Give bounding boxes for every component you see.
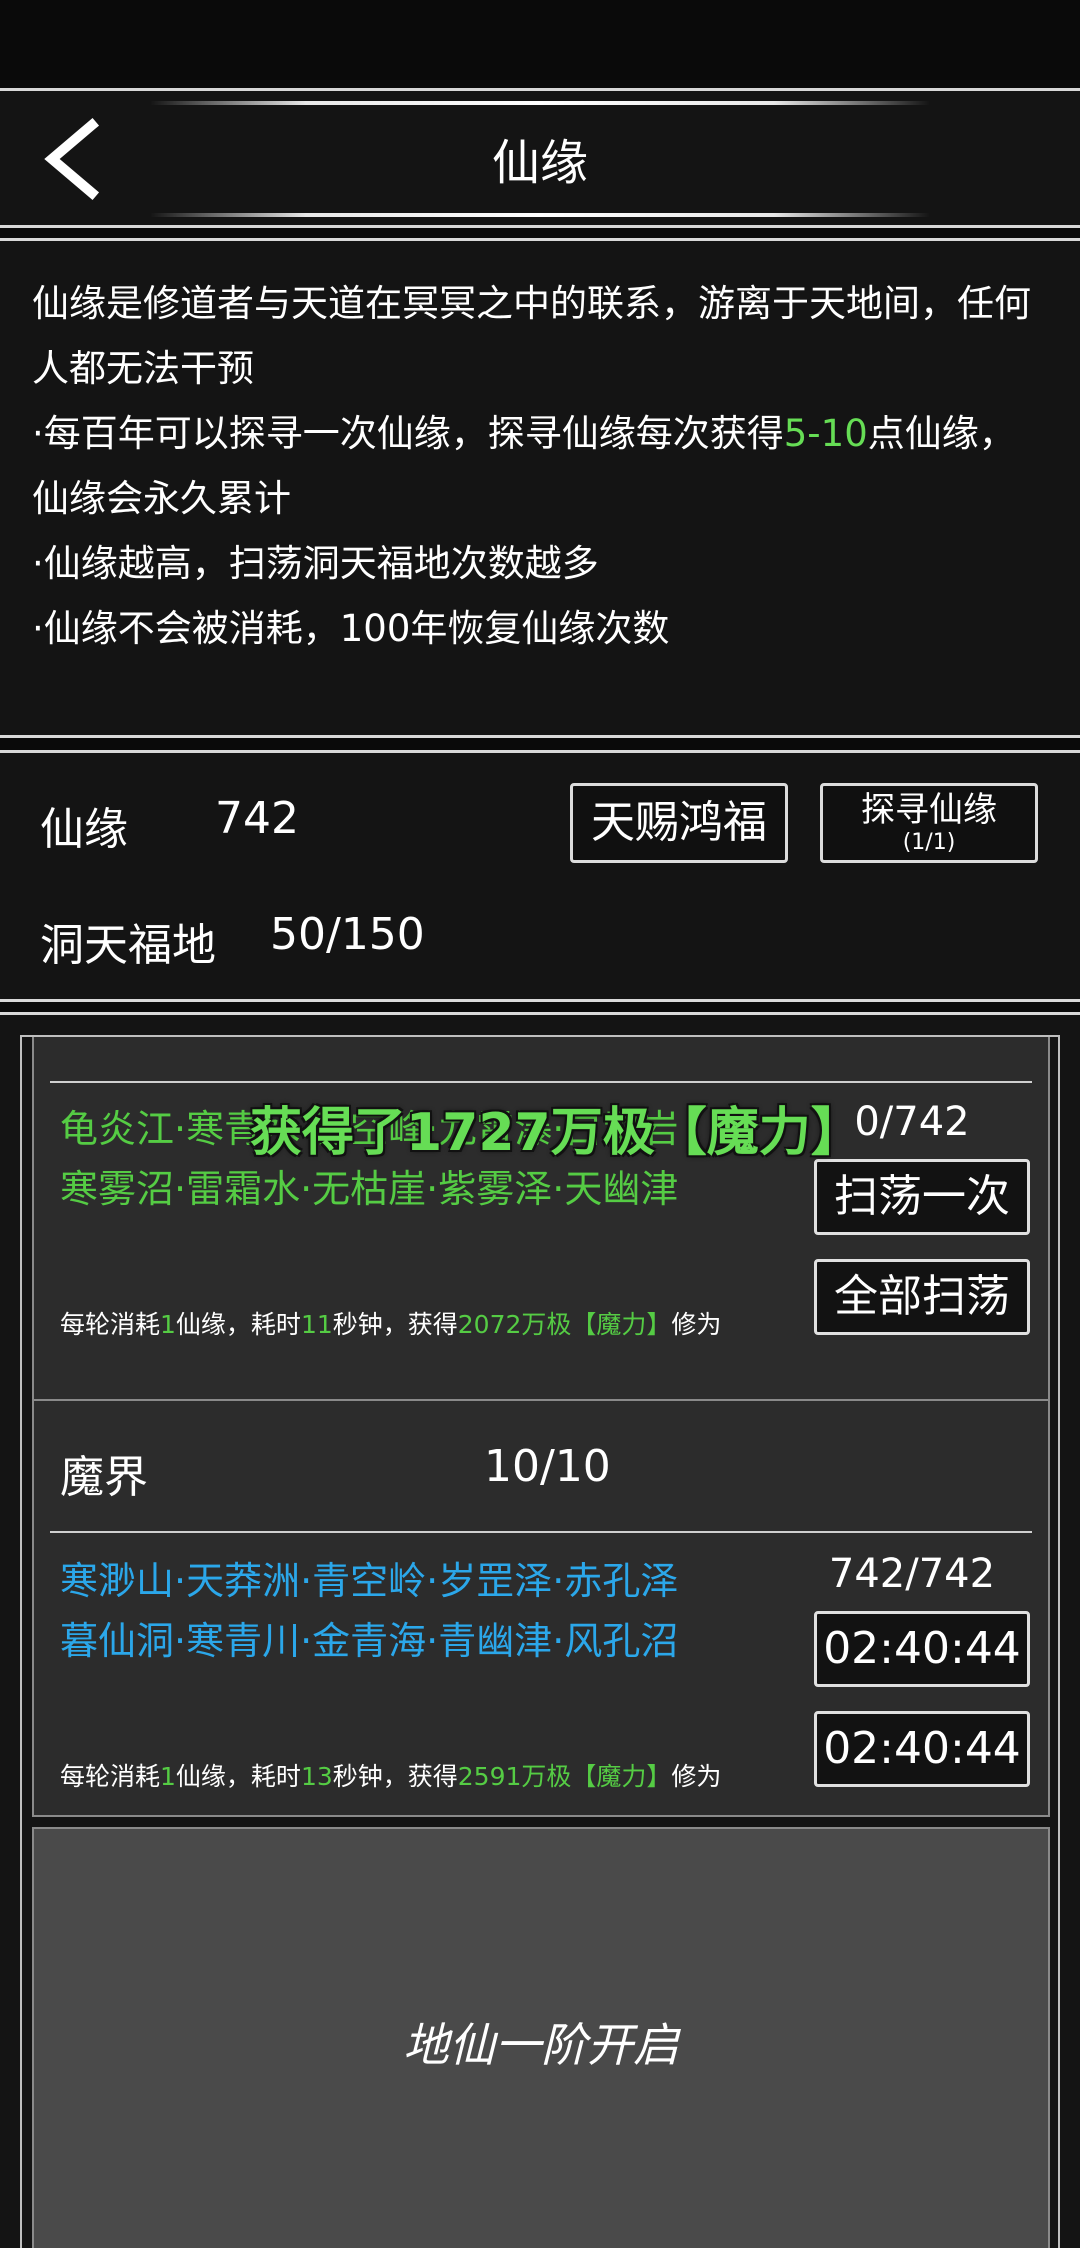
dongtian-label: 洞天福地 bbox=[40, 920, 216, 971]
header-bottom-ornament bbox=[150, 213, 930, 217]
realm-progress: 10/10 bbox=[484, 1441, 611, 1492]
realm-list-panel: 龟炎江·寒青水·青空峰·九霄瀑·白雷岩 寒雾沼·雷霜水·无枯崖·紫雾泽·天幽津 … bbox=[0, 1012, 1080, 2248]
description-panel: 仙缘是修道者与天道在冥冥之中的联系，游离于天地间，任何人都无法干预 ·每百年可以… bbox=[0, 238, 1080, 738]
realm-cost-info: 每轮消耗1仙缘，耗时11秒钟，获得2072万极【魔力】修为 bbox=[60, 1310, 722, 1339]
realm-places: 寒渺山·天莽洲·青空岭·岁罡泽·赤孔泽 暮仙洞·寒青川·金青海·青幽津·风孔沼 bbox=[60, 1559, 679, 1663]
description-line-4: ·仙缘不会被消耗，100年恢复仙缘次数 bbox=[32, 607, 670, 650]
reward-toast: 获得了1727万极【魔力】 bbox=[250, 1103, 863, 1163]
realm-name: 魔界 bbox=[60, 1452, 148, 1503]
description-line-3: ·仙缘越高，扫荡洞天福地次数越多 bbox=[32, 542, 599, 585]
header-top-ornament bbox=[150, 101, 930, 105]
realm-list[interactable]: 龟炎江·寒青水·青空峰·九霄瀑·白雷岩 寒雾沼·雷霜水·无枯崖·紫雾泽·天幽津 … bbox=[20, 1035, 1060, 2248]
card-divider bbox=[50, 1531, 1032, 1533]
description-line-1: 仙缘是修道者与天道在冥冥之中的联系，游离于天地间，任何人都无法干预 bbox=[32, 282, 1031, 390]
realm-card: 魔界 10/10 寒渺山·天莽洲·青空岭·岁罡泽·赤孔泽 暮仙洞·寒青川·金青海… bbox=[32, 1399, 1050, 1817]
dongtian-value: 50/150 bbox=[270, 909, 425, 960]
seek-xianyuan-button[interactable]: 探寻仙缘 (1/1) bbox=[820, 783, 1038, 863]
header-bar: 仙缘 bbox=[0, 88, 1080, 228]
sweep-all-button[interactable]: 全部扫荡 bbox=[814, 1259, 1030, 1335]
realm-cost-info: 每轮消耗1仙缘，耗时13秒钟，获得2591万极【魔力】修为 bbox=[60, 1762, 722, 1791]
locked-realm-card: 地仙一阶开启 bbox=[32, 1827, 1050, 2248]
sweep-all-timer-button[interactable]: 02:40:44 bbox=[814, 1711, 1030, 1787]
xianyuan-value: 742 bbox=[215, 793, 299, 844]
locked-realm-text: 地仙一阶开启 bbox=[403, 2018, 679, 2072]
seek-button-label: 探寻仙缘 bbox=[861, 790, 997, 830]
blessing-button[interactable]: 天赐鸿福 bbox=[570, 783, 788, 863]
card-divider bbox=[50, 1081, 1032, 1083]
seek-button-count: (1/1) bbox=[902, 830, 956, 855]
description-line-2: ·每百年可以探寻一次仙缘，探寻仙缘每次获得5-10点仙缘，仙缘会永久累计 bbox=[32, 412, 1016, 520]
sweep-once-timer-button[interactable]: 02:40:44 bbox=[814, 1611, 1030, 1687]
realm-sweep-count: 742/742 bbox=[828, 1551, 996, 1597]
page-title: 仙缘 bbox=[491, 135, 588, 191]
xianyuan-label: 仙缘 bbox=[40, 804, 128, 855]
sweep-once-button[interactable]: 扫荡一次 bbox=[814, 1159, 1030, 1235]
stats-panel: 仙缘 742 洞天福地 50/150 天赐鸿福 探寻仙缘 (1/1) bbox=[0, 750, 1080, 1002]
